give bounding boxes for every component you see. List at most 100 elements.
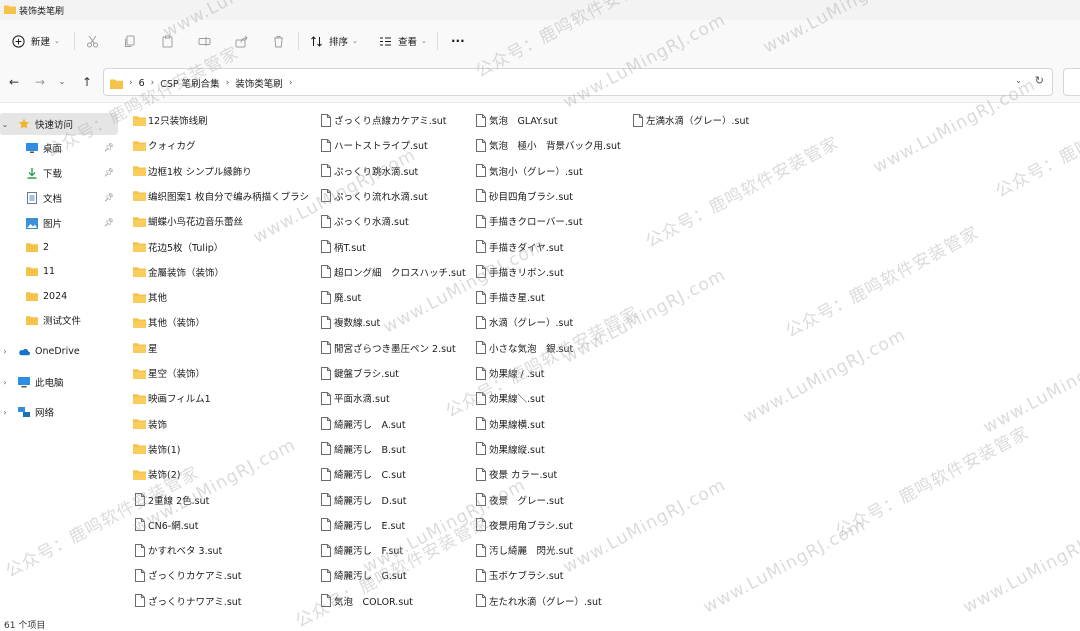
folder-item[interactable]: 装饰(2) — [133, 464, 180, 484]
file-item[interactable]: ぷっくり流れ水滴.sut — [319, 186, 428, 206]
address-box[interactable]: › 6 › CSP 笔刷合集 › 装饰类笔刷 › ⌄ ↻ — [103, 68, 1053, 96]
sort-button[interactable]: 排序 ⌄ — [310, 33, 358, 49]
folder-item[interactable]: 装饰 — [133, 414, 167, 434]
folder-item[interactable]: 星空（装饰） — [133, 363, 205, 383]
share-button[interactable] — [235, 33, 248, 49]
file-item[interactable]: 綺麗汚し C.sut — [319, 464, 406, 484]
new-button[interactable]: 新建 ⌄ — [12, 33, 60, 49]
file-item[interactable]: ざっくりナワアミ.sut — [133, 591, 242, 611]
file-icon — [474, 315, 487, 329]
file-item[interactable]: 小さな気泡 銀.sut — [474, 338, 573, 358]
forward-arrow-icon[interactable]: → — [32, 75, 48, 89]
file-item[interactable]: 気泡 GLAY.sut — [474, 110, 558, 130]
file-item[interactable]: 気泡 COLOR.sut — [319, 591, 413, 611]
folder-item[interactable]: 星 — [133, 338, 158, 358]
folder-item[interactable]: 12只装饰线刷 — [133, 110, 208, 130]
file-item[interactable]: 左満水滴（グレー）.sut — [631, 110, 749, 130]
chevron-right-icon: › — [288, 78, 293, 88]
item-name: 超ロング細 クロスハッチ.sut — [334, 267, 466, 279]
file-item[interactable]: 2重線 2色.sut — [133, 490, 209, 510]
file-item[interactable]: 砂目四角ブラシ.sut — [474, 186, 573, 206]
file-item[interactable]: 気泡小（グレー）.sut — [474, 161, 583, 181]
file-item[interactable]: 綺麗汚し A.sut — [319, 414, 406, 434]
file-item[interactable]: 玉ボケブラシ.sut — [474, 565, 564, 585]
file-item[interactable]: 平面水滴.sut — [319, 388, 390, 408]
file-item[interactable]: 気泡 極小 背景バック用.sut — [474, 135, 621, 155]
delete-button[interactable] — [272, 33, 285, 49]
file-item[interactable]: 綺麗汚し G.sut — [319, 565, 407, 585]
more-button[interactable]: ··· — [451, 33, 465, 49]
file-icon — [319, 518, 332, 532]
folder-item[interactable]: 边框1枚 シンプル縁飾り — [133, 161, 252, 181]
back-arrow-icon[interactable]: ← — [6, 75, 22, 89]
file-item[interactable]: 夜景 カラー.sut — [474, 464, 557, 484]
folder-item[interactable]: 编织图案1 枚自分で编み柄描くブラシ — [133, 186, 309, 206]
view-button[interactable]: 查看 ⌄ — [379, 33, 427, 49]
file-item[interactable]: ざっくり点線カケアミ.sut — [319, 110, 447, 130]
file-item[interactable]: かすれベタ 3.sut — [133, 540, 222, 560]
file-icon — [474, 366, 487, 380]
file-item[interactable]: 手描きダイヤ.sut — [474, 237, 563, 257]
file-icon — [319, 315, 332, 329]
file-item[interactable]: 水滴（グレー）.sut — [474, 312, 573, 332]
file-item[interactable]: 左たれ水滴（グレー）.sut — [474, 591, 602, 611]
file-item[interactable]: 複数線.sut — [319, 312, 380, 332]
file-item[interactable]: 超ロング細 クロスハッチ.sut — [319, 262, 466, 282]
up-arrow-icon[interactable]: ↑ — [79, 75, 95, 89]
folder-item[interactable]: 花边5枚（Tulip） — [133, 237, 223, 257]
file-item[interactable]: 廃.sut — [319, 287, 361, 307]
file-item[interactable]: ざっくりカケアミ.sut — [133, 565, 242, 585]
file-item[interactable]: 手描きリボン.sut — [474, 262, 564, 282]
folder-icon — [133, 113, 146, 127]
file-item[interactable]: 手描き星.sut — [474, 287, 545, 307]
file-item[interactable]: 汚し綺麗 閃光.sut — [474, 540, 573, 560]
search-box[interactable] — [1063, 68, 1080, 96]
file-item[interactable]: 手描きクローバー.sut — [474, 211, 583, 231]
chevron-down-icon: ⌄ — [352, 37, 358, 45]
file-item[interactable]: 綺麗汚し B.sut — [319, 439, 406, 459]
folder-item[interactable]: 映画フィルム1 — [133, 388, 211, 408]
folder-item[interactable]: 金屬装饰（装饰） — [133, 262, 224, 282]
item-name: 左満水滴（グレー）.sut — [646, 116, 750, 127]
file-item[interactable]: CN6-網.sut — [133, 515, 198, 535]
item-name: 花边5枚（Tulip） — [148, 242, 224, 254]
file-item[interactable]: ぷっくり跳水滴.sut — [319, 161, 418, 181]
folder-item[interactable]: クォィカグ — [133, 135, 196, 155]
item-name: 平面水滴.sut — [334, 394, 390, 406]
file-item[interactable]: 効果線横.sut — [474, 414, 545, 434]
item-count: 61 个项目 — [4, 621, 46, 631]
address-dropdown-icon[interactable]: ⌄ — [1015, 76, 1022, 85]
item-name: ぷっくり流れ水滴.sut — [334, 191, 428, 203]
file-item[interactable]: 効果線縦.sut — [474, 439, 545, 459]
file-item[interactable]: ぷっくり水滴.sut — [319, 211, 409, 231]
file-item[interactable]: 鍵盤ブラシ.sut — [319, 363, 399, 383]
folder-item[interactable]: 装饰(1) — [133, 439, 180, 459]
folder-item[interactable]: 其他 — [133, 287, 167, 307]
chevron-right-icon: › — [225, 78, 230, 88]
copy-button[interactable] — [124, 33, 137, 49]
folder-item[interactable]: 蝴蝶小鸟花边音乐蕾丝 — [133, 211, 243, 231]
file-item[interactable]: 綺麗汚し D.sut — [319, 490, 407, 510]
refresh-icon[interactable]: ↻ — [1035, 74, 1044, 87]
file-item[interactable]: 効果線 / .sut — [474, 363, 544, 383]
breadcrumb-item[interactable]: CSP 笔刷合集 — [160, 76, 219, 90]
breadcrumb-item[interactable]: 6 — [139, 78, 145, 89]
recent-chevron-icon[interactable]: ⌄ — [57, 75, 67, 89]
file-item[interactable]: 綺麗汚し E.sut — [319, 515, 405, 535]
file-item[interactable]: 夜景用角ブラシ.sut — [474, 515, 573, 535]
breadcrumb-item[interactable]: 装饰类笔刷 — [235, 76, 283, 90]
rename-button[interactable] — [198, 33, 211, 49]
file-item[interactable]: ハートストライプ.sut — [319, 135, 428, 155]
file-item[interactable]: 効果線＼.sut — [474, 388, 545, 408]
paste-button[interactable] — [161, 33, 174, 49]
file-item[interactable]: 閒宮ざらつき墨圧ペン 2.sut — [319, 338, 456, 358]
item-name: 玉ボケブラシ.sut — [489, 571, 564, 583]
item-name: 効果線＼.sut — [489, 394, 545, 406]
folder-icon — [133, 442, 146, 456]
item-name: 効果線縦.sut — [489, 444, 545, 456]
cut-button[interactable] — [86, 33, 99, 49]
folder-item[interactable]: 其他（装饰） — [133, 312, 205, 332]
file-item[interactable]: 夜景 グレー.sut — [474, 490, 564, 510]
file-item[interactable]: 綺麗汚し F.sut — [319, 540, 403, 560]
file-item[interactable]: 柄T.sut — [319, 237, 366, 257]
